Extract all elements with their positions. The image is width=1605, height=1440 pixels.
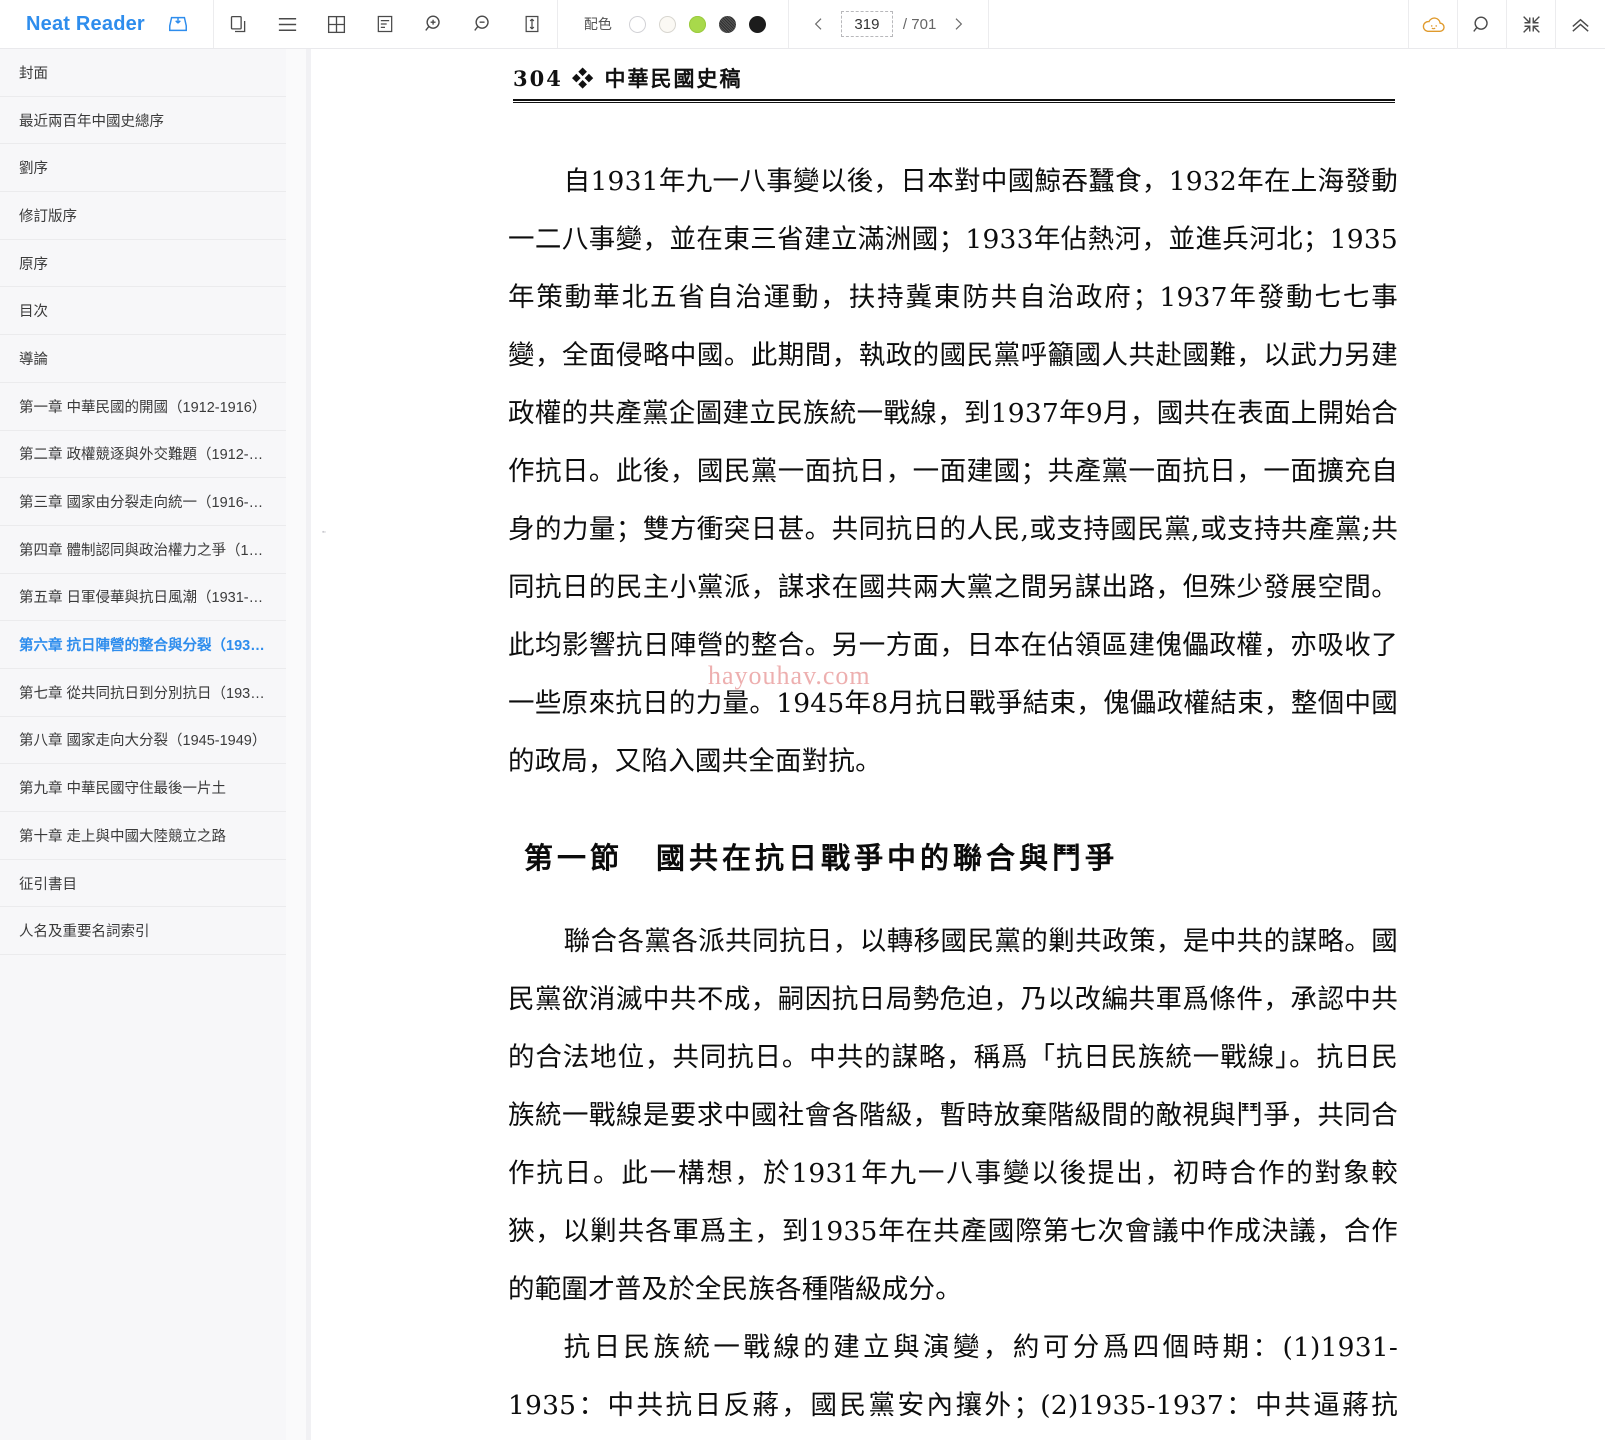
sidebar-item-revised-preface[interactable]: 修訂版序 <box>0 192 286 240</box>
sidebar-item-chapter-8[interactable]: 第八章 國家走向大分裂（1945-1949） <box>0 717 286 765</box>
toc-label: 征引書目 <box>19 876 77 893</box>
page-number-input[interactable] <box>840 11 893 37</box>
toc-label: 修訂版序 <box>19 208 77 225</box>
sidebar-item-chapter-9[interactable]: 第九章 中華民國守住最後一片土 <box>0 764 286 812</box>
search-icon[interactable] <box>1458 0 1507 49</box>
divider-marker: ▪▫ <box>322 529 326 536</box>
toc-label: 第四章 體制認同與政治權力之爭（192... <box>19 542 268 559</box>
color-scheme-group: 配色 <box>558 0 789 48</box>
sidebar-item-index[interactable]: 人名及重要名詞索引 <box>0 907 286 956</box>
swatch-dark-textured[interactable] <box>718 15 736 33</box>
divider-edge <box>286 49 306 1440</box>
sidebar-item-introduction[interactable]: 導論 <box>0 335 286 383</box>
toc-label: 第八章 國家走向大分裂（1945-1949） <box>19 733 267 750</box>
sidebar-divider: ▪▫ <box>286 49 343 1440</box>
toc-label: 人名及重要名詞索引 <box>19 924 150 941</box>
page-total-label: / 701 <box>902 15 937 33</box>
cloud-sync-icon[interactable] <box>1409 0 1458 49</box>
sidebar-item-chapter-4[interactable]: 第四章 體制認同與政治權力之爭（192... <box>0 526 286 574</box>
swatch-green[interactable] <box>688 15 706 33</box>
sidebar-item-general-preface[interactable]: 最近兩百年中國史總序 <box>0 97 286 145</box>
toc-label: 第五章 日軍侵華與抗日風潮（1931-19... <box>19 590 268 607</box>
toc-label: 第一章 中華民國的開國（1912-1916） <box>19 399 267 416</box>
grid-view-icon[interactable] <box>312 0 361 49</box>
section-heading: 第一節 國共在抗日戰爭中的聯合與鬥爭 <box>524 841 1119 875</box>
swatch-cream[interactable] <box>658 15 676 33</box>
reader-scrollbar[interactable] <box>306 49 311 1440</box>
toc-label: 劉序 <box>19 161 48 178</box>
next-page-icon[interactable] <box>946 12 970 36</box>
sidebar-item-chapter-5[interactable]: 第五章 日軍侵華與抗日風潮（1931-19... <box>0 574 286 622</box>
prev-page-icon[interactable] <box>807 12 831 36</box>
save-to-device-icon[interactable] <box>161 0 195 49</box>
toc-label: 第三章 國家由分裂走向統一（1916-19... <box>19 495 268 512</box>
running-head-text: 304 ❖ 中華民國史稿 <box>513 66 743 91</box>
swatch-white[interactable] <box>628 15 646 33</box>
collapse-icon[interactable] <box>1507 0 1556 49</box>
running-head-rule <box>513 99 1395 103</box>
toc-label: 第二章 政權競逐與外交難題（1912-19... <box>19 447 268 464</box>
fit-height-icon[interactable] <box>508 0 557 49</box>
page-running-head: 304 ❖ 中華民國史稿 <box>513 63 1403 103</box>
view-tools-group <box>214 0 558 48</box>
toc-label: 第六章 抗日陣營的整合與分裂（1937-... <box>19 638 268 655</box>
chevron-double-up-icon[interactable] <box>1556 0 1605 49</box>
book-page: 304 ❖ 中華民國史稿 自1931年九一八事變以後，日本對中國鯨吞蠶食，193… <box>343 49 1605 1440</box>
paragraph-1: 自1931年九一八事變以後，日本對中國鯨吞蠶食，1932年在上海發動一二八事變，… <box>508 166 1398 777</box>
toc-label: 第十章 走上與中國大陸競立之路 <box>19 828 227 845</box>
toc-sidebar: 封面 最近兩百年中國史總序 劉序 修訂版序 原序 目次 導論 第一章 中華民國的… <box>0 49 286 1440</box>
toc-label: 目次 <box>19 304 48 321</box>
swatch-black[interactable] <box>748 15 766 33</box>
sidebar-item-contents[interactable]: 目次 <box>0 287 286 336</box>
toc-label: 第九章 中華民國守住最後一片土 <box>19 781 227 798</box>
reader-viewport: 304 ❖ 中華民國史稿 自1931年九一八事變以後，日本對中國鯨吞蠶食，193… <box>343 49 1605 1440</box>
toc-label: 第七章 從共同抗日到分別抗日（1937-... <box>19 685 268 702</box>
sidebar-item-chapter-1[interactable]: 第一章 中華民國的開國（1912-1916） <box>0 383 286 431</box>
toc-label: 最近兩百年中國史總序 <box>19 113 164 130</box>
brand-zone: Neat Reader <box>0 0 214 48</box>
paragraph-2: 聯合各黨各派共同抗日，以轉移國民黨的剿共政策，是中共的謀略。國民黨欲消滅中共不成… <box>508 926 1398 1305</box>
zoom-in-icon[interactable] <box>410 0 459 49</box>
pager-group: / 701 <box>789 0 990 48</box>
app-title: Neat Reader <box>26 12 145 35</box>
sidebar-item-cover[interactable]: 封面 <box>0 49 286 97</box>
top-toolbar: Neat Reader 配色 319 / 701 <box>0 0 1605 49</box>
sidebar-item-chapter-2[interactable]: 第二章 政權競逐與外交難題（1912-19... <box>0 431 286 479</box>
color-scheme-label: 配色 <box>583 16 612 32</box>
toc-label: 原序 <box>19 256 48 273</box>
sidebar-item-liu-preface[interactable]: 劉序 <box>0 144 286 193</box>
page-body: 自1931年九一八事變以後，日本對中國鯨吞蠶食，1932年在上海發動一二八事變，… <box>508 153 1398 1440</box>
toc-label: 導論 <box>19 351 48 368</box>
sidebar-item-chapter-7[interactable]: 第七章 從共同抗日到分別抗日（1937-... <box>0 669 286 717</box>
list-view-icon[interactable] <box>263 0 312 49</box>
right-tools-group <box>1408 0 1605 49</box>
sidebar-item-chapter-6[interactable]: 第六章 抗日陣營的整合與分裂（1937-... <box>0 621 286 669</box>
sidebar-item-chapter-3[interactable]: 第三章 國家由分裂走向統一（1916-19... <box>0 478 286 526</box>
sidebar-item-original-preface[interactable]: 原序 <box>0 240 286 288</box>
copy-icon[interactable] <box>214 0 263 49</box>
note-icon[interactable] <box>361 0 410 49</box>
zoom-out-icon[interactable] <box>459 0 508 49</box>
toc-label: 封面 <box>19 65 48 82</box>
sidebar-item-chapter-10[interactable]: 第十章 走上與中國大陸競立之路 <box>0 812 286 860</box>
toc-list: 封面 最近兩百年中國史總序 劉序 修訂版序 原序 目次 導論 第一章 中華民國的… <box>0 49 286 956</box>
sidebar-item-bibliography[interactable]: 征引書目 <box>0 860 286 908</box>
paragraph-3: 抗日民族統一戰線的建立與演變，約可分爲四個時期：(1)1931-1935：中共抗… <box>508 1332 1398 1421</box>
